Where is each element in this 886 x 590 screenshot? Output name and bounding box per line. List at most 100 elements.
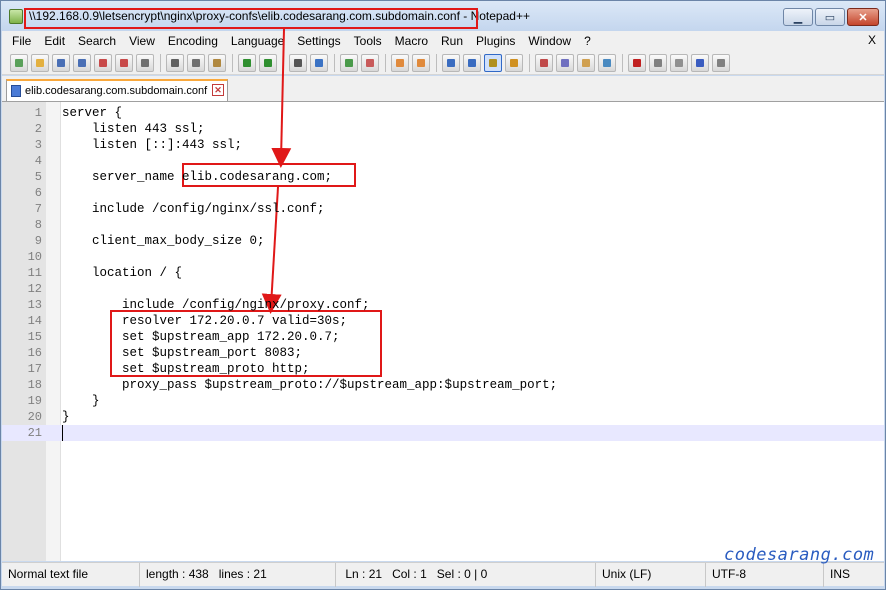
status-encoding[interactable]: UTF-8	[706, 563, 824, 587]
sync-vertical-icon[interactable]	[391, 53, 409, 72]
line-number: 10	[27, 250, 42, 264]
tab-elib-conf[interactable]: elib.codesarang.com.subdomain.conf ✕	[6, 79, 228, 101]
code-line[interactable]: 21	[2, 425, 884, 441]
run-macro-multiple-icon[interactable]	[691, 53, 709, 72]
code-line[interactable]: 16 set $upstream_port 8083;	[2, 345, 884, 361]
menu-window[interactable]: Window	[522, 31, 578, 51]
code-line[interactable]: 6	[2, 185, 884, 201]
notepad-plus-plus-window: \\192.168.0.9\letsencrypt\nginx\proxy-co…	[0, 0, 886, 590]
line-text: server {	[62, 106, 123, 120]
menu-edit[interactable]: Edit	[38, 31, 72, 51]
find-icon[interactable]	[289, 53, 307, 72]
code-line[interactable]: 14 resolver 172.20.0.7 valid=30s;	[2, 313, 884, 329]
close-all-icon[interactable]	[115, 53, 133, 72]
close-document-button[interactable]: X	[868, 33, 876, 47]
code-line[interactable]: 18 proxy_pass $upstream_proto://$upstrea…	[2, 377, 884, 393]
menu-help[interactable]: ?	[578, 31, 598, 51]
code-line[interactable]: 17 set $upstream_proto http;	[2, 361, 884, 377]
menu-encoding[interactable]: Encoding	[162, 31, 225, 51]
code-line[interactable]: 11 location / {	[2, 265, 884, 281]
status-position: Ln : 21 Col : 1 Sel : 0 | 0	[336, 563, 596, 587]
code-line[interactable]: 12	[2, 281, 884, 297]
play-macro-icon[interactable]	[670, 53, 688, 72]
print-icon[interactable]	[136, 53, 154, 72]
replace-icon[interactable]	[310, 53, 328, 72]
line-number: 1	[34, 106, 42, 120]
code-line[interactable]: 7 include /config/nginx/ssl.conf;	[2, 201, 884, 217]
code-line[interactable]: 15 set $upstream_app 172.20.0.7;	[2, 329, 884, 345]
code-line[interactable]: 10	[2, 249, 884, 265]
code-line[interactable]: 2 listen 443 ssl;	[2, 121, 884, 137]
status-insert-mode[interactable]: INS	[824, 563, 884, 587]
copy-icon[interactable]	[187, 53, 205, 72]
folder-workspace-icon[interactable]	[577, 53, 595, 72]
status-sel: Sel : 0 | 0	[436, 567, 488, 581]
menu-macro[interactable]: Macro	[389, 31, 435, 51]
word-wrap-icon[interactable]	[442, 53, 460, 72]
toolbar-separator	[622, 53, 623, 72]
new-file-icon[interactable]	[10, 53, 28, 72]
code-line[interactable]: 20}	[2, 409, 884, 425]
menu-file[interactable]: File	[6, 31, 38, 51]
code-line[interactable]: 4	[2, 153, 884, 169]
redo-icon[interactable]	[259, 53, 277, 72]
menu-search[interactable]: Search	[72, 31, 123, 51]
zoom-out-icon[interactable]	[361, 53, 379, 72]
record-macro-icon[interactable]	[628, 53, 646, 72]
open-file-icon[interactable]	[31, 53, 49, 72]
language-icon[interactable]	[505, 53, 523, 72]
zoom-in-icon[interactable]	[340, 53, 358, 72]
close-icon[interactable]	[94, 53, 112, 72]
code-line[interactable]: 13 include /config/nginx/proxy.conf;	[2, 297, 884, 313]
code-line[interactable]: 19 }	[2, 393, 884, 409]
code-line[interactable]: 5 server_name elib.codesarang.com;	[2, 169, 884, 185]
indent-guide-icon[interactable]	[484, 53, 502, 72]
line-text: listen [::]:443 ssl;	[62, 138, 243, 152]
sync-horizontal-icon[interactable]	[412, 53, 430, 72]
menu-bar: File Edit Search View Encoding Language Settin…	[2, 31, 884, 51]
code-line[interactable]: 3 listen [::]:443 ssl;	[2, 137, 884, 153]
line-number: 18	[27, 378, 42, 392]
maximize-button[interactable]: ▭	[815, 8, 845, 26]
code-line[interactable]: 1 server {	[2, 105, 884, 121]
tab-close-icon[interactable]: ✕	[212, 84, 224, 96]
menu-view[interactable]: View	[123, 31, 162, 51]
close-window-button[interactable]: ✕	[847, 8, 879, 26]
minimize-button[interactable]: ▁	[783, 8, 813, 26]
function-list-icon[interactable]	[556, 53, 574, 72]
line-text: include /config/nginx/ssl.conf;	[62, 202, 325, 216]
save-macro-icon[interactable]	[712, 53, 730, 72]
line-number: 8	[34, 218, 42, 232]
status-bar: Normal text file length : 438 lines : 21…	[2, 562, 884, 587]
show-all-chars-icon[interactable]	[463, 53, 481, 72]
monitoring-icon[interactable]	[598, 53, 616, 72]
line-number: 11	[27, 266, 42, 280]
menu-settings[interactable]: Settings	[291, 31, 347, 51]
menu-plugins[interactable]: Plugins	[470, 31, 522, 51]
menu-language[interactable]: Language	[225, 31, 291, 51]
save-icon[interactable]	[52, 53, 70, 72]
status-eol[interactable]: Unix (LF)	[596, 563, 706, 587]
paste-icon[interactable]	[208, 53, 226, 72]
line-number: 5	[34, 170, 42, 184]
status-col: Col : 1	[392, 567, 427, 581]
status-file-type: Normal text file	[2, 563, 140, 587]
title-path-highlight	[24, 8, 478, 29]
code-line[interactable]: 8	[2, 217, 884, 233]
document-map-icon[interactable]	[535, 53, 553, 72]
toolbar-separator	[160, 53, 161, 72]
code-line[interactable]: 9 client_max_body_size 0;	[2, 233, 884, 249]
text-caret	[62, 425, 63, 441]
line-number: 13	[27, 298, 42, 312]
save-all-icon[interactable]	[73, 53, 91, 72]
menu-run[interactable]: Run	[435, 31, 470, 51]
line-text: proxy_pass $upstream_proto://$upstream_a…	[62, 378, 558, 392]
saved-file-icon	[11, 85, 21, 97]
line-number: 14	[27, 314, 42, 328]
stop-macro-icon[interactable]	[649, 53, 667, 72]
line-number: 4	[34, 154, 42, 168]
undo-icon[interactable]	[238, 53, 256, 72]
code-editor[interactable]: 1 server {2 listen 443 ssl; 3 listen [::]:…	[2, 101, 884, 561]
cut-icon[interactable]	[166, 53, 184, 72]
menu-tools[interactable]: Tools	[348, 31, 389, 51]
